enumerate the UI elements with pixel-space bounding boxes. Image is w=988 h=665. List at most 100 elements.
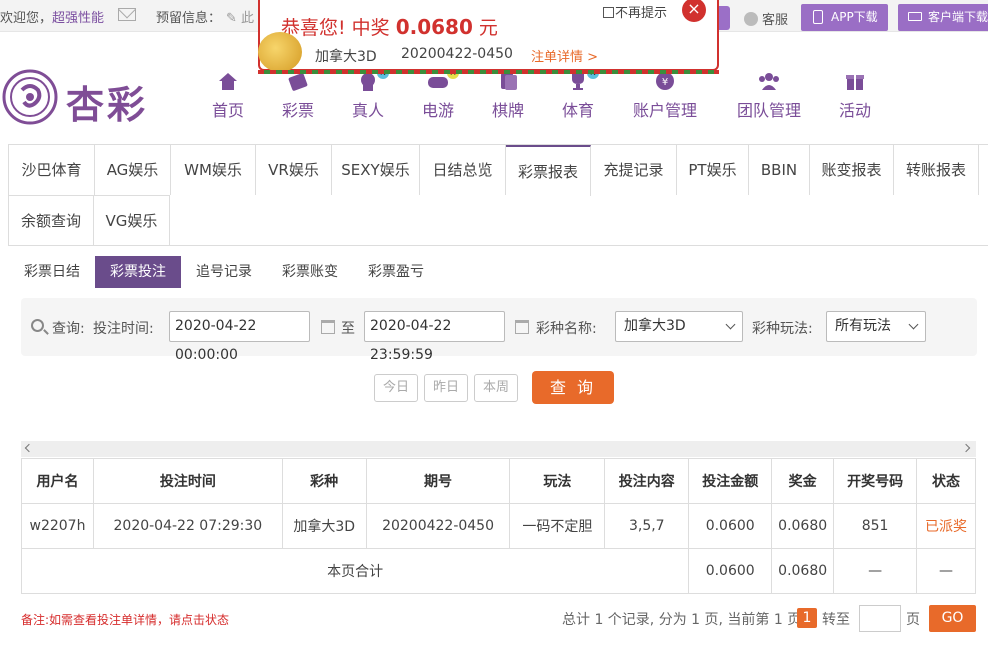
col-status: 状态 xyxy=(916,458,976,504)
col-bonus: 奖金 xyxy=(771,458,835,504)
tab-transfer-report[interactable]: 转账报表 xyxy=(894,145,979,195)
lottery-select[interactable]: 加拿大3D xyxy=(615,311,743,342)
subtab-bets[interactable]: 彩票投注 xyxy=(95,256,181,288)
total-bonus: 0.0680 xyxy=(771,548,835,594)
subtab-profit-loss[interactable]: 彩票盈亏 xyxy=(364,256,428,288)
team-icon xyxy=(758,71,780,91)
nav-team[interactable]: 团队管理 xyxy=(735,71,803,121)
tab-sexy[interactable]: SEXY娱乐 xyxy=(332,145,420,195)
customer-service-link[interactable]: 客服 xyxy=(744,9,788,28)
gamepad-icon: H xyxy=(427,67,459,91)
nav-account[interactable]: ¥ 账户管理 xyxy=(631,71,699,121)
status-link[interactable]: 已派奖 xyxy=(916,503,976,549)
svg-text:¥: ¥ xyxy=(662,77,668,88)
col-bet-time: 投注时间 xyxy=(92,458,283,504)
nav-sports[interactable]: N 体育 xyxy=(561,67,599,121)
tab-lottery-report[interactable]: 彩票报表 xyxy=(506,145,591,196)
tab-wm[interactable]: WM娱乐 xyxy=(171,145,256,195)
subtab-chase[interactable]: 追号记录 xyxy=(192,256,256,288)
tab-deposit-withdraw[interactable]: 充提记录 xyxy=(591,145,677,195)
popup-decor-border xyxy=(258,70,719,74)
win-notification-popup: 恭喜您! 中奖 0.0680 元 不再提示 × 加拿大3D 20200422-0… xyxy=(258,0,719,74)
client-download-button[interactable]: 客户端下载 xyxy=(898,4,988,31)
play-type-select[interactable]: 所有玩法 xyxy=(826,311,926,342)
total-draw: — xyxy=(833,548,918,594)
tab-vg[interactable]: VG娱乐 xyxy=(94,195,170,245)
pager-summary: 总计 1 个记录, 分为 1 页, 当前第 1 页 xyxy=(562,612,802,628)
cell-bet-time: 2020-04-22 07:29:30 xyxy=(92,503,283,549)
cell-amount: 0.0600 xyxy=(688,503,773,549)
lottery-name-label: 彩种名称: xyxy=(536,321,597,337)
table-header-row: 用户名 投注时间 彩种 期号 玩法 投注内容 投注金额 奖金 开奖号码 状态 xyxy=(21,458,976,504)
username-link[interactable]: 超强性能 xyxy=(52,11,104,26)
edit-icon[interactable]: ✎ 此 xyxy=(226,7,254,26)
money-bag-icon xyxy=(258,32,302,72)
bet-time-label: 投注时间: xyxy=(93,321,154,337)
cell-issue: 20200422-0450 xyxy=(365,503,511,549)
yesterday-button[interactable]: 昨日 xyxy=(424,374,468,402)
scroll-right-icon[interactable] xyxy=(961,443,971,453)
search-button[interactable]: 查 询 xyxy=(532,371,614,404)
gift-icon xyxy=(844,71,866,91)
go-button[interactable]: GO xyxy=(929,605,976,632)
app-download-button[interactable]: APP下载 xyxy=(801,4,888,31)
subtab-daily[interactable]: 彩票日结 xyxy=(20,256,84,288)
tab-bbin[interactable]: BBIN xyxy=(749,145,810,195)
start-time-input[interactable]: 2020-04-22 00:00:00 xyxy=(169,311,310,363)
goto-label: 转至 xyxy=(822,612,850,628)
coin-icon: ¥ xyxy=(654,71,676,91)
cell-play: 一码不定胆 xyxy=(509,503,606,549)
logo-emblem-icon xyxy=(2,69,58,125)
bet-detail-link[interactable]: 注单详情 > xyxy=(531,46,598,65)
col-content: 投注内容 xyxy=(604,458,690,504)
dont-show-again-checkbox[interactable]: 不再提示 xyxy=(603,2,667,21)
site-logo[interactable]: 杏彩 xyxy=(0,68,150,128)
lottery-icon xyxy=(287,71,309,91)
total-amount: 0.0600 xyxy=(688,548,773,594)
nav-live[interactable]: N 真人 xyxy=(351,67,389,121)
today-button[interactable]: 今日 xyxy=(374,374,418,402)
close-icon[interactable]: × xyxy=(682,0,706,22)
tab-balance-query[interactable]: 余额查询 xyxy=(9,195,94,245)
nav-events[interactable]: 活动 xyxy=(838,71,872,121)
mail-icon[interactable] xyxy=(118,8,136,21)
total-row: 本页合计 0.0600 0.0680 — — xyxy=(20,548,976,594)
col-issue: 期号 xyxy=(365,458,511,504)
note-text: 备注:如需查看投注单详情，请点击状态 xyxy=(21,613,230,627)
nav-home[interactable]: 首页 xyxy=(211,71,245,121)
tab-ag[interactable]: AG娱乐 xyxy=(95,145,171,195)
logo-text: 杏彩 xyxy=(66,82,149,127)
col-play: 玩法 xyxy=(509,458,606,504)
calendar-icon[interactable] xyxy=(321,320,335,334)
this-week-button[interactable]: 本周 xyxy=(474,374,518,402)
popup-issue: 20200422-0450 xyxy=(401,46,513,62)
query-label: 查询: xyxy=(52,321,85,337)
subtab-account-change[interactable]: 彩票账变 xyxy=(278,256,342,288)
tab-vr[interactable]: VR娱乐 xyxy=(256,145,332,195)
checkbox-icon[interactable] xyxy=(603,7,614,18)
chevron-down-icon xyxy=(725,319,736,330)
popup-title: 恭喜您! 中奖 0.0680 元 xyxy=(281,15,498,39)
page-number-input[interactable] xyxy=(859,605,901,632)
end-time-input[interactable]: 2020-04-22 23:59:59 xyxy=(364,311,505,363)
nav-chess[interactable]: 棋牌 xyxy=(491,71,525,121)
cell-bonus: 0.0680 xyxy=(771,503,835,549)
tab-pt[interactable]: PT娱乐 xyxy=(677,145,749,195)
tab-balance-change[interactable]: 账变报表 xyxy=(810,145,894,195)
col-username: 用户名 xyxy=(21,458,94,504)
table-row: w2207h 2020-04-22 07:29:30 加拿大3D 2020042… xyxy=(21,503,976,549)
scroll-left-icon[interactable] xyxy=(24,443,34,453)
query-panel: 查询: 投注时间: 2020-04-22 00:00:00 至 2020-04-… xyxy=(21,298,977,363)
col-amount: 投注金额 xyxy=(688,458,773,504)
nav-egame[interactable]: H 电游 xyxy=(421,67,459,121)
total-status: — xyxy=(916,548,976,594)
calendar-icon[interactable] xyxy=(515,320,529,334)
current-page[interactable]: 1 xyxy=(797,608,817,628)
tab-daily-summary[interactable]: 日结总览 xyxy=(420,145,506,195)
tab-saba[interactable]: 沙巴体育 xyxy=(9,145,95,195)
horizontal-scrollbar[interactable] xyxy=(21,441,976,457)
home-icon xyxy=(217,71,239,91)
nav-lottery[interactable]: 彩票 xyxy=(281,71,315,121)
cell-content: 3,5,7 xyxy=(604,503,690,549)
chevron-down-icon xyxy=(908,319,919,330)
